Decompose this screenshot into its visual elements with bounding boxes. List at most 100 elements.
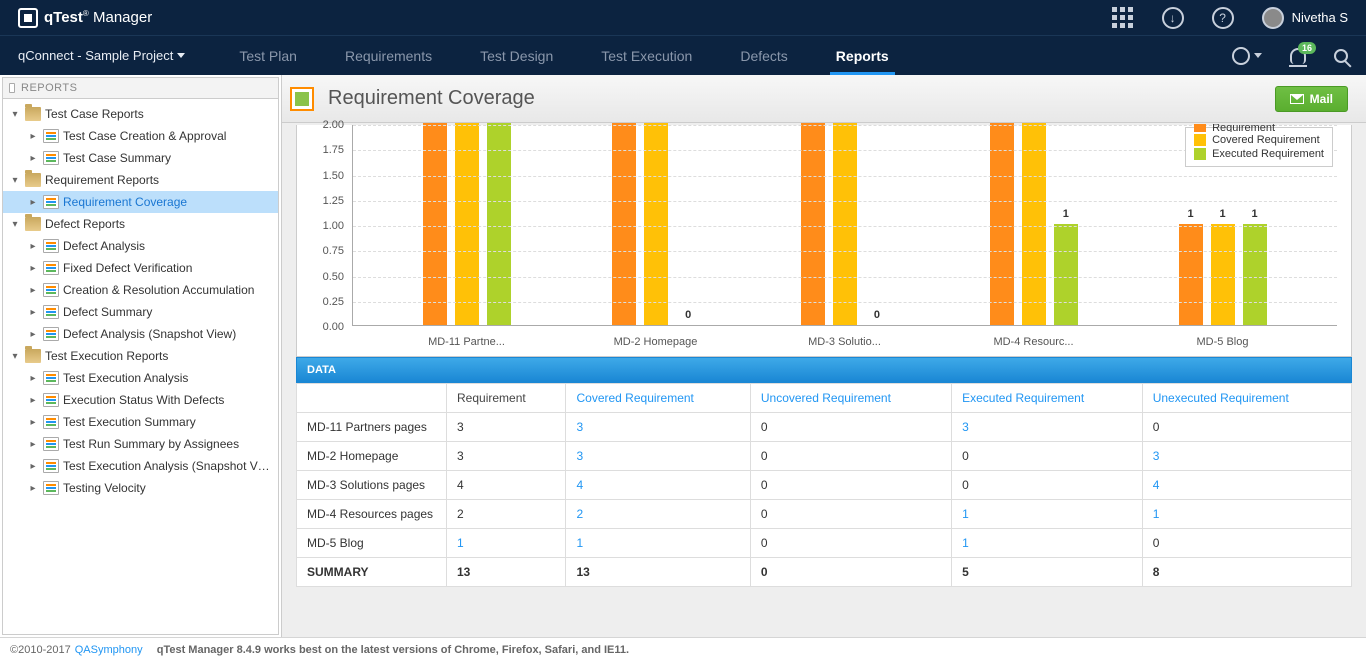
- data-section-header: DATA: [296, 357, 1352, 383]
- mail-button[interactable]: Mail: [1275, 86, 1348, 112]
- report-icon: [43, 393, 59, 407]
- nav-bar: qConnect - Sample Project Test Plan Requ…: [0, 35, 1366, 75]
- report-icon: [43, 459, 59, 473]
- user-name: Nivetha S: [1292, 10, 1348, 25]
- bar-group: [373, 125, 562, 325]
- tree-item[interactable]: ▸Defect Summary: [3, 301, 278, 323]
- report-icon: [43, 239, 59, 253]
- tree-folder[interactable]: ▾Test Execution Reports: [3, 345, 278, 367]
- tree-item[interactable]: ▸Requirement Coverage: [3, 191, 278, 213]
- tree-item[interactable]: ▸Test Run Summary by Assignees: [3, 433, 278, 455]
- table-link[interactable]: 1: [962, 507, 969, 521]
- footer: ©2010-2017 QASymphony qTest Manager 8.4.…: [0, 637, 1366, 662]
- table-row: MD-11 Partners pages33030: [297, 413, 1352, 442]
- chart-bar[interactable]: [455, 123, 479, 325]
- table-row: MD-4 Resources pages22011: [297, 500, 1352, 529]
- chart-bar[interactable]: [990, 123, 1014, 325]
- chart-bar[interactable]: 1: [1211, 224, 1235, 325]
- tab-test-design[interactable]: Test Design: [456, 36, 577, 75]
- tab-reports[interactable]: Reports: [812, 36, 913, 75]
- report-icon: [43, 437, 59, 451]
- folder-icon: [25, 173, 41, 187]
- report-tree: ▾Test Case Reports▸Test Case Creation & …: [2, 99, 279, 635]
- settings-icon[interactable]: [1232, 47, 1262, 65]
- tree-item[interactable]: ▸Execution Status With Defects: [3, 389, 278, 411]
- apps-icon[interactable]: [1112, 7, 1134, 29]
- chart-bar[interactable]: 1: [1179, 224, 1203, 325]
- table-link[interactable]: 1: [962, 536, 969, 550]
- chart-bar[interactable]: 1: [1243, 224, 1267, 325]
- tree-folder[interactable]: ▾Defect Reports: [3, 213, 278, 235]
- table-link[interactable]: 4: [1153, 478, 1160, 492]
- app-header: qTest® Manager ↓ ? Nivetha S: [0, 0, 1366, 35]
- page-title: Requirement Coverage: [328, 87, 535, 110]
- table-row: MD-5 Blog11010: [297, 529, 1352, 558]
- help-icon[interactable]: ?: [1212, 7, 1234, 29]
- project-selector[interactable]: qConnect - Sample Project: [18, 36, 185, 75]
- table-link[interactable]: 4: [576, 478, 583, 492]
- chart-bar[interactable]: [487, 123, 511, 325]
- download-icon[interactable]: ↓: [1162, 7, 1184, 29]
- sidebar-header: REPORTS: [2, 77, 279, 99]
- mail-icon: [1290, 94, 1304, 104]
- tree-item[interactable]: ▸Creation & Resolution Accumulation: [3, 279, 278, 301]
- report-icon: [43, 305, 59, 319]
- page-header: Requirement Coverage Mail: [282, 75, 1366, 123]
- chart-bar[interactable]: [612, 123, 636, 325]
- tree-item[interactable]: ▸Test Execution Analysis: [3, 367, 278, 389]
- table-link[interactable]: 3: [962, 420, 969, 434]
- report-icon: [43, 151, 59, 165]
- folder-icon: [25, 349, 41, 363]
- tree-item[interactable]: ▸Testing Velocity: [3, 477, 278, 499]
- footer-link[interactable]: QASymphony: [75, 644, 143, 656]
- tree-item[interactable]: ▸Defect Analysis: [3, 235, 278, 257]
- chart-bar[interactable]: [833, 123, 857, 325]
- chart-bar[interactable]: [1022, 123, 1046, 325]
- data-table: RequirementCovered RequirementUncovered …: [296, 383, 1352, 587]
- nav-tabs: Test Plan Requirements Test Design Test …: [215, 36, 912, 75]
- logo-text: qTest® Manager: [44, 9, 152, 26]
- report-icon: [43, 371, 59, 385]
- chart-bar[interactable]: [423, 123, 447, 325]
- folder-icon: [25, 107, 41, 121]
- table-link[interactable]: 3: [576, 449, 583, 463]
- tree-item[interactable]: ▸Fixed Defect Verification: [3, 257, 278, 279]
- tree-item[interactable]: ▸Test Case Summary: [3, 147, 278, 169]
- tree-item[interactable]: ▸Test Execution Analysis (Snapshot View): [3, 455, 278, 477]
- tree-item[interactable]: ▸Test Case Creation & Approval: [3, 125, 278, 147]
- app-logo[interactable]: qTest® Manager: [18, 8, 152, 28]
- table-link[interactable]: 3: [576, 420, 583, 434]
- search-icon[interactable]: [1334, 49, 1348, 63]
- tab-test-plan[interactable]: Test Plan: [215, 36, 321, 75]
- table-link[interactable]: 1: [1153, 507, 1160, 521]
- tab-defects[interactable]: Defects: [716, 36, 811, 75]
- tree-item[interactable]: ▸Defect Analysis (Snapshot View): [3, 323, 278, 345]
- chevron-down-icon: [177, 53, 185, 58]
- table-link[interactable]: 2: [576, 507, 583, 521]
- reports-icon: [9, 83, 15, 93]
- table-summary-row: SUMMARY1313058: [297, 558, 1352, 587]
- footer-text: qTest Manager 8.4.9 works best on the la…: [157, 644, 629, 656]
- tree-folder[interactable]: ▾Requirement Reports: [3, 169, 278, 191]
- tree-item[interactable]: ▸Test Execution Summary: [3, 411, 278, 433]
- report-icon: [43, 129, 59, 143]
- notification-badge: 16: [1298, 42, 1316, 54]
- table-link[interactable]: 1: [576, 536, 583, 550]
- notifications-icon[interactable]: 16: [1290, 48, 1306, 64]
- bar-group: 0: [751, 125, 940, 325]
- chart-bar[interactable]: [801, 123, 825, 325]
- report-page-icon: [290, 87, 314, 111]
- report-icon: [43, 327, 59, 341]
- tab-test-execution[interactable]: Test Execution: [577, 36, 716, 75]
- folder-icon: [25, 217, 41, 231]
- user-menu[interactable]: Nivetha S: [1262, 7, 1348, 29]
- avatar-icon: [1262, 7, 1284, 29]
- tab-requirements[interactable]: Requirements: [321, 36, 456, 75]
- chart-bar[interactable]: 1: [1054, 224, 1078, 325]
- chart-bar[interactable]: [644, 123, 668, 325]
- sidebar: REPORTS ▾Test Case Reports▸Test Case Cre…: [0, 75, 282, 637]
- tree-folder[interactable]: ▾Test Case Reports: [3, 103, 278, 125]
- table-link[interactable]: 3: [1153, 449, 1160, 463]
- table-link[interactable]: 1: [457, 536, 464, 550]
- report-icon: [43, 261, 59, 275]
